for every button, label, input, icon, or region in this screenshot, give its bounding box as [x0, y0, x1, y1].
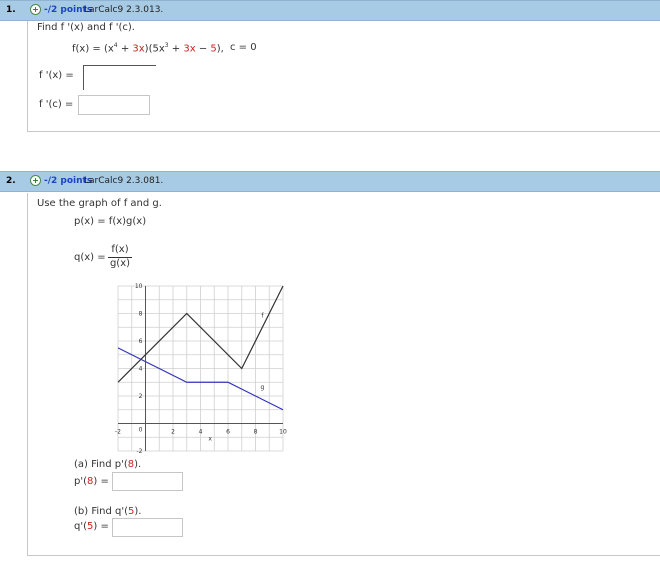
q-denominator: g(x): [109, 258, 131, 269]
q-label: q(x) =: [74, 252, 106, 263]
q1-function: f(x) = (x4 + 3x)(5x3 + 3x − 5),: [72, 42, 224, 55]
function-graph: -2 2 4 6 8 10108642-20x fg: [115, 283, 287, 455]
fpx-label: f '(x) =: [39, 70, 74, 81]
fpc-answer-input[interactable]: [78, 95, 150, 115]
x-tick-label: 6: [226, 429, 230, 436]
x-tick-label: 2: [171, 429, 175, 436]
q1-c-value: c = 0: [230, 42, 257, 53]
expand-plus-icon[interactable]: [30, 175, 41, 186]
question-source: LarCalc9 2.3.081.: [84, 176, 164, 186]
x-tick-label: -2: [115, 429, 121, 436]
part-b-label: q'(5) =: [74, 521, 109, 532]
fpx-answer-input[interactable]: [83, 65, 156, 90]
y-tick-label: 10: [135, 283, 143, 290]
q-numerator: f(x): [111, 244, 129, 255]
y-tick-label: 4: [139, 366, 143, 373]
graph-grid: [117, 285, 284, 452]
y-tick-label: -2: [137, 448, 143, 455]
y-tick-label: 2: [139, 393, 143, 400]
x-tick-label: 10: [279, 429, 287, 436]
question-number: 2.: [6, 176, 16, 186]
x-tick-label: 4: [199, 429, 203, 436]
part-a-answer-input[interactable]: [112, 472, 183, 491]
question-header-2: 2. -/2 points LarCalc9 2.3.081.: [0, 171, 660, 192]
x-tick-label: 8: [254, 429, 258, 436]
p-definition: p(x) = f(x)g(x): [74, 216, 147, 227]
y-tick-label: 6: [139, 338, 143, 345]
fpc-label: f '(c) =: [39, 99, 74, 110]
x-axis-label: x: [208, 436, 212, 443]
part-b-answer-input[interactable]: [112, 518, 183, 537]
question-number: 1.: [6, 5, 16, 15]
y-tick-label: 8: [139, 311, 143, 318]
origin-label: 0: [139, 427, 143, 434]
graph-ticks: -2 2 4 6 8 10 10 8 6 4 2 -2 0 x: [115, 283, 287, 455]
question-header-1: 1. -/2 points LarCalc9 2.3.013.: [0, 0, 660, 21]
q2-prompt: Use the graph of f and g.: [37, 198, 162, 209]
part-a-prompt: (a) Find p'(8).: [74, 459, 142, 470]
part-b-prompt: (b) Find q'(5).: [74, 506, 142, 517]
part-a-label: p'(8) =: [74, 476, 109, 487]
q1-prompt: Find f '(x) and f '(c).: [37, 22, 135, 33]
question-source: LarCalc9 2.3.013.: [84, 5, 164, 15]
series-label-g: g: [260, 384, 264, 391]
expand-plus-icon[interactable]: [30, 4, 41, 15]
